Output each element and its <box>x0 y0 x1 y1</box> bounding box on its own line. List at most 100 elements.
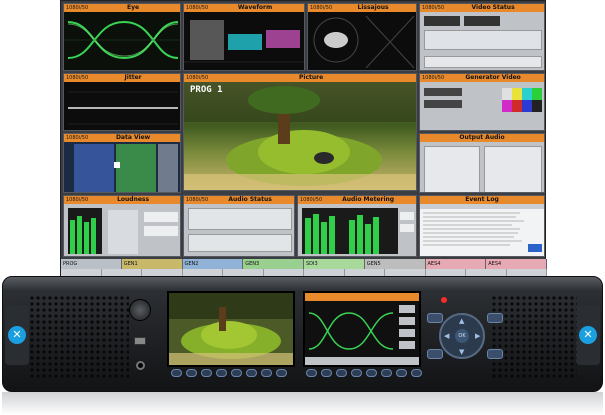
panel-title[interactable]: Eye <box>127 4 139 12</box>
panel-title[interactable]: Output Audio <box>459 134 504 142</box>
floor-reflection <box>2 392 603 415</box>
arrow-down-icon[interactable]: ▼ <box>459 349 464 356</box>
input-selector-strip: PROG GEN1 GEN2 GEN3 SDI3 GEN5 AES4 AES4 <box>61 259 547 269</box>
usb-port-icon <box>134 337 146 345</box>
eye-panel[interactable]: 1080i/50 Eye <box>63 3 181 71</box>
panel-title[interactable]: Event Log <box>465 196 499 204</box>
front-panel-button[interactable] <box>216 369 227 377</box>
front-panel-button[interactable] <box>231 369 242 377</box>
vent-grill <box>491 295 577 379</box>
front-panel-button[interactable] <box>381 369 392 377</box>
arrow-right-icon[interactable]: ▶ <box>475 333 480 340</box>
eye-pattern-trace <box>64 20 180 60</box>
waveform-trace <box>184 20 304 63</box>
panel-title[interactable]: Loudness <box>117 196 149 204</box>
panel-title[interactable]: Audio Metering <box>342 196 394 204</box>
color-bars-thumbnail <box>502 88 542 112</box>
front-picture-display <box>167 291 295 367</box>
front-panel-button[interactable] <box>411 369 422 377</box>
headphone-jack-icon <box>136 361 145 370</box>
audio-level-meters <box>302 208 414 254</box>
knob-icon[interactable] <box>129 299 151 321</box>
panel-title[interactable]: Audio Status <box>228 196 271 204</box>
audio-channel-grid[interactable] <box>424 146 480 192</box>
event-log-list <box>420 204 544 252</box>
dpad-icon[interactable]: OK ▲ ▼ ◀ ▶ <box>439 313 485 359</box>
front-picture-scene <box>169 293 293 365</box>
audio-channel-grid[interactable] <box>484 146 542 192</box>
front-panel-button[interactable] <box>186 369 197 377</box>
picture-scene <box>184 82 416 190</box>
status-field <box>464 16 500 26</box>
data-grid <box>74 144 178 192</box>
timecode-label: 1080i/50 <box>66 135 89 141</box>
input-gen2[interactable]: GEN2 <box>182 259 244 269</box>
loudness-panel[interactable]: 1080i/50 Loudness <box>63 195 181 257</box>
input-aes4[interactable]: AES4 <box>425 259 487 269</box>
status-field <box>424 16 460 26</box>
input-gen3[interactable]: GEN3 <box>243 259 304 269</box>
audio-status-panel[interactable]: 1080i/50 Audio Status <box>183 195 295 257</box>
panel-title[interactable]: Jitter <box>125 74 142 82</box>
front-panel-button[interactable] <box>396 369 407 377</box>
side-button[interactable] <box>487 313 503 323</box>
front-panel-button[interactable] <box>261 369 272 377</box>
lissajous-panel[interactable]: 1080i/50 Lissajous <box>307 3 417 71</box>
timecode-label: 1080i/50 <box>66 197 89 203</box>
panel-title[interactable]: Lissajous <box>358 4 389 12</box>
panel-title[interactable]: Generator Video <box>465 74 520 82</box>
arrow-left-icon[interactable]: ◀ <box>444 333 449 340</box>
video-status-panel[interactable]: 1080i/50 Video Status <box>419 3 545 71</box>
output-audio-panel[interactable]: Output Audio <box>419 133 545 193</box>
power-led-icon <box>441 297 447 303</box>
timecode-label: 1080i/50 <box>186 197 209 203</box>
waveform-panel[interactable]: 1080i/50 Waveform <box>183 3 305 71</box>
event-log-panel[interactable]: Event Log <box>419 195 545 257</box>
front-panel-button[interactable] <box>201 369 212 377</box>
input-gen1[interactable]: GEN1 <box>121 259 183 269</box>
front-panel-button[interactable] <box>306 369 317 377</box>
front-panel-button[interactable] <box>336 369 347 377</box>
audio-status-table <box>188 234 292 252</box>
timecode-label: 1080i/50 <box>422 5 445 11</box>
picture-panel[interactable]: 1080i/50 Picture PROG 1 <box>183 73 417 191</box>
panel-title[interactable]: Data View <box>116 134 150 142</box>
input-gen5[interactable]: GEN5 <box>364 259 426 269</box>
side-button[interactable] <box>487 349 503 359</box>
front-panel-button[interactable] <box>276 369 287 377</box>
generator-select[interactable] <box>424 100 462 108</box>
side-button[interactable] <box>427 313 443 323</box>
panel-title[interactable]: Video Status <box>472 4 515 12</box>
timecode-label: 1080i/50 <box>66 75 89 81</box>
timecode-label: 1080i/50 <box>186 75 209 81</box>
audio-metering-panel[interactable]: 1080i/50 Audio Metering <box>297 195 417 257</box>
generator-video-panel[interactable]: 1080i/50 Generator Video <box>419 73 545 131</box>
jitter-trace <box>68 91 178 125</box>
generator-select[interactable] <box>424 88 462 96</box>
video-picture: PROG 1 <box>184 82 416 190</box>
vent-grill <box>29 295 129 379</box>
input-sdi3[interactable]: SDI3 <box>304 259 365 269</box>
rack-ear-right: ✕ <box>576 305 600 365</box>
arrow-up-icon[interactable]: ▲ <box>459 318 464 325</box>
vectorscope-trace <box>313 15 415 69</box>
front-panel-button[interactable] <box>351 369 362 377</box>
status-table <box>424 56 542 68</box>
picture-source-label: PROG 1 <box>190 85 223 95</box>
input-aes4[interactable]: AES4 <box>486 259 547 269</box>
side-button[interactable] <box>427 349 443 359</box>
data-view-panel[interactable]: 1080i/50 Data View <box>63 133 181 193</box>
timecode-label: 1080i/50 <box>310 5 333 11</box>
ok-button[interactable]: OK <box>455 329 469 343</box>
rack-unit: ✕ ✕ OK ▲ ▼ ◀ ▶ <box>2 276 603 392</box>
input-prog[interactable]: PROG <box>61 259 122 269</box>
front-panel-button[interactable] <box>366 369 377 377</box>
panel-title[interactable]: Waveform <box>238 4 272 12</box>
panel-title[interactable]: Picture <box>299 74 323 82</box>
front-panel-button[interactable] <box>171 369 182 377</box>
front-panel-button[interactable] <box>321 369 332 377</box>
front-panel-button[interactable] <box>246 369 257 377</box>
front-eye-display <box>303 291 421 367</box>
loudness-meters <box>68 208 178 254</box>
jitter-panel[interactable]: 1080i/50 Jitter <box>63 73 181 131</box>
